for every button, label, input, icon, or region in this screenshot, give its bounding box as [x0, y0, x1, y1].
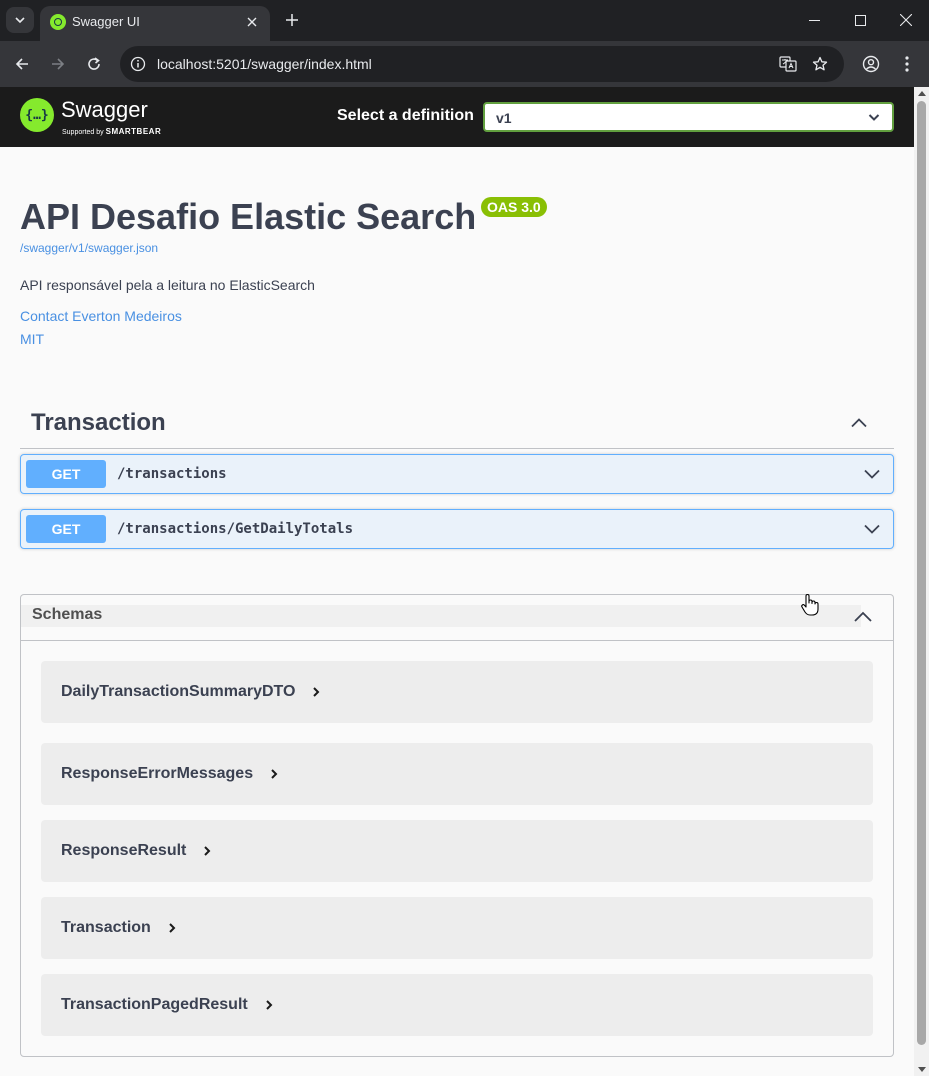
chevron-down-icon	[868, 114, 880, 121]
back-button[interactable]	[8, 50, 36, 78]
minimize-icon	[808, 19, 820, 21]
browser-tab-strip: Swagger UI	[0, 0, 929, 41]
swagger-logo-icon[interactable]: {…}	[20, 98, 54, 132]
bookmark-star-icon[interactable]	[810, 54, 830, 74]
model-transaction[interactable]: Transaction	[41, 897, 873, 959]
swagger-json-link[interactable]: /swagger/v1/swagger.json	[20, 241, 158, 255]
more-vert-icon	[905, 56, 909, 72]
model-name: ResponseResult	[61, 842, 187, 859]
arrow-right-icon	[52, 58, 65, 70]
page-viewport: {…} Swagger Supported by SMARTBEAR Selec…	[0, 87, 914, 1076]
method-badge: GET	[26, 460, 106, 488]
tab-title: Swagger UI	[72, 14, 140, 29]
chevron-right-icon[interactable]	[264, 999, 274, 1011]
arrow-left-icon	[15, 58, 28, 70]
license-link[interactable]: MIT	[20, 331, 44, 347]
api-description: API responsável pela a leitura no Elasti…	[20, 277, 315, 293]
oas-version-badge: OAS 3.0	[481, 197, 547, 217]
scroll-down-arrow-icon[interactable]	[918, 1067, 926, 1072]
new-tab-button[interactable]	[280, 8, 304, 32]
chevron-down-icon	[15, 17, 25, 24]
profile-icon	[862, 55, 880, 73]
logo-subtitle: Supported by SMARTBEAR	[62, 127, 162, 136]
close-icon	[247, 17, 257, 27]
definition-select-value: v1	[496, 110, 512, 126]
definition-select[interactable]: v1	[483, 102, 894, 132]
chevron-down-icon[interactable]	[863, 465, 881, 483]
chevron-up-icon[interactable]	[853, 607, 873, 627]
scroll-up-arrow-icon[interactable]	[918, 91, 926, 96]
schemas-section: Schemas DailyTransactionSummaryDTO Respo…	[20, 594, 894, 1057]
close-tab-button[interactable]	[242, 12, 262, 32]
hand-cursor-icon	[801, 594, 819, 616]
chevron-up-icon[interactable]	[850, 414, 868, 432]
reload-icon	[88, 57, 100, 70]
tab-search-button[interactable]	[6, 7, 34, 33]
scrollbar-thumb[interactable]	[917, 101, 926, 1045]
page-scrollbar[interactable]	[914, 87, 929, 1076]
browser-tab[interactable]: Swagger UI	[40, 6, 270, 41]
model-name: Transaction	[61, 919, 151, 936]
forward-button[interactable]	[44, 50, 72, 78]
close-window-button[interactable]	[883, 0, 929, 40]
close-icon	[900, 14, 912, 26]
operation-path: /transactions	[117, 466, 227, 482]
tag-section-transaction[interactable]: Transaction	[20, 403, 894, 449]
operation-get-transactions[interactable]: GET /transactions	[20, 454, 894, 494]
browser-toolbar: localhost:5201/swagger/index.html	[0, 41, 929, 87]
swagger-topbar: {…} Swagger Supported by SMARTBEAR Selec…	[0, 87, 914, 147]
reload-button[interactable]	[80, 50, 108, 78]
browser-menu-button[interactable]	[893, 50, 921, 78]
schemas-header-hover	[21, 605, 861, 627]
chevron-right-icon[interactable]	[311, 686, 321, 698]
model-daily-transaction-summary-dto[interactable]: DailyTransactionSummaryDTO	[41, 661, 873, 723]
translate-icon[interactable]	[778, 54, 798, 74]
operation-path: /transactions/GetDailyTotals	[117, 521, 354, 537]
model-response-error-messages[interactable]: ResponseErrorMessages	[41, 743, 873, 805]
chevron-right-icon[interactable]	[269, 768, 279, 780]
model-name: TransactionPagedResult	[61, 996, 248, 1013]
minimize-button[interactable]	[791, 0, 837, 40]
contact-link[interactable]: Contact Everton Medeiros	[20, 308, 182, 324]
url-text[interactable]: localhost:5201/swagger/index.html	[157, 56, 372, 72]
schemas-header[interactable]: Schemas	[21, 595, 893, 641]
model-name: DailyTransactionSummaryDTO	[61, 683, 296, 700]
method-badge: GET	[26, 515, 106, 543]
profile-button[interactable]	[857, 50, 885, 78]
maximize-button[interactable]	[837, 0, 883, 40]
plus-icon	[286, 14, 298, 26]
definition-label: Select a definition	[337, 107, 474, 124]
chevron-down-icon[interactable]	[863, 520, 881, 538]
swagger-favicon-icon	[50, 14, 66, 30]
api-title: API Desafio Elastic Search	[20, 196, 477, 237]
schemas-title: Schemas	[32, 606, 103, 623]
model-transaction-paged-result[interactable]: TransactionPagedResult	[41, 974, 873, 1036]
maximize-icon	[854, 14, 866, 26]
model-response-result[interactable]: ResponseResult	[41, 820, 873, 882]
operation-get-daily-totals[interactable]: GET /transactions/GetDailyTotals	[20, 509, 894, 549]
address-bar[interactable]: localhost:5201/swagger/index.html	[120, 46, 844, 82]
tag-title: Transaction	[31, 409, 166, 436]
logo-wordmark: Swagger	[61, 97, 148, 122]
model-name: ResponseErrorMessages	[61, 765, 254, 782]
site-info-icon[interactable]	[128, 54, 148, 74]
chevron-right-icon[interactable]	[202, 845, 212, 857]
chevron-right-icon[interactable]	[167, 922, 177, 934]
